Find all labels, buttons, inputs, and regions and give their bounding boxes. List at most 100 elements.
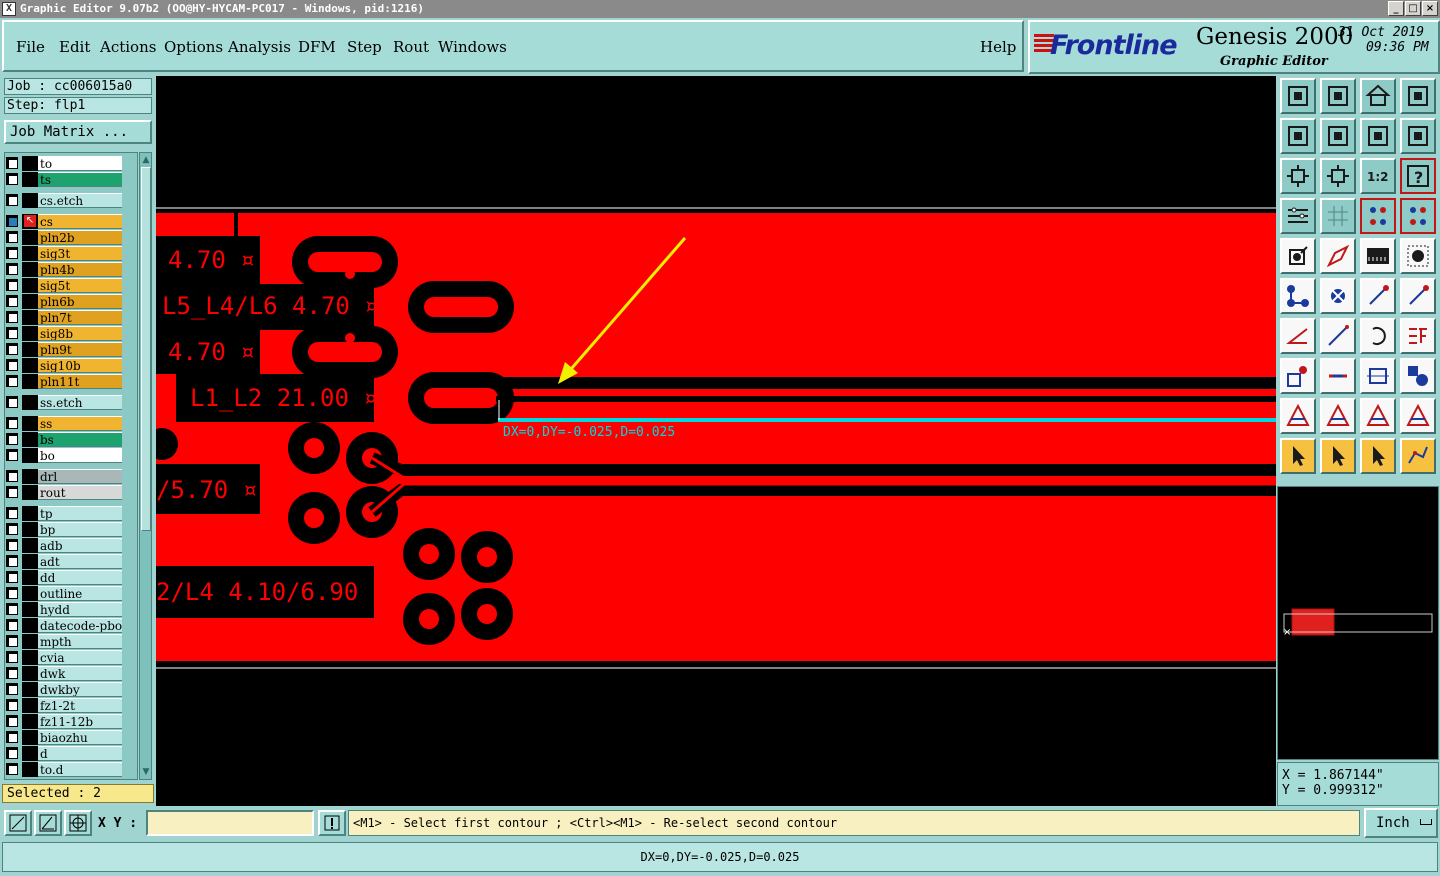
layer-row-cvia[interactable]: cvia [4,650,122,665]
grid-mode-button[interactable] [64,810,92,836]
layer-status-cell[interactable] [22,522,38,537]
layer-checkbox[interactable] [6,157,18,169]
arc-button[interactable] [1360,318,1396,354]
layer-name[interactable]: bp [38,522,122,537]
layer-row-cs[interactable]: cs ↖ [4,214,122,229]
layer-row-adb[interactable]: adb [4,538,122,553]
layer-name[interactable]: ss [38,416,122,431]
layer-status-cell[interactable] [22,262,38,277]
layer-name[interactable]: dwk [38,666,122,681]
layer-row-ts[interactable]: ts [4,172,122,187]
layer-checkbox[interactable] [6,279,18,291]
scroll-up-icon[interactable]: ▲ [141,155,151,165]
intersect-button[interactable] [1320,278,1356,314]
layer-checkbox[interactable] [6,327,18,339]
layer-row-pln4b[interactable]: pln4b [4,262,122,277]
layer-row-sig10b[interactable]: sig10b [4,358,122,373]
ruler-button[interactable] [1360,238,1396,274]
layer-name[interactable]: tp [38,506,122,521]
layer-checkbox[interactable] [6,359,18,371]
units-select[interactable]: Inch [1364,808,1438,838]
overview-window[interactable]: × [1277,486,1439,760]
layer-checkbox[interactable] [6,215,18,227]
menu-step[interactable]: Step [347,38,382,56]
graphic-canvas[interactable]: FLP1 4.70 ¤ L5_L4/L6 4.70 ¤ 4.70 ¤ L1_L2… [156,76,1276,806]
layer-status-cell[interactable] [22,730,38,745]
layer-row-bs[interactable]: bs [4,432,122,447]
layer-row-sig8b[interactable]: sig8b [4,326,122,341]
grid-button[interactable] [1320,198,1356,234]
layer-status-cell[interactable] [22,156,38,171]
layer-checkbox[interactable] [6,433,18,445]
layer-status-cell[interactable] [22,193,38,208]
layer-name[interactable]: cs.etch [38,193,122,208]
layer-status-cell[interactable] [22,634,38,649]
split-button[interactable] [1400,318,1436,354]
multi-shape-button[interactable] [1400,358,1436,394]
layer-row-ss.etch[interactable]: ss.etch [4,395,122,410]
app-icon[interactable]: X [2,2,16,16]
layer-row-cs.etch[interactable]: cs.etch [4,193,122,208]
pad-select-button[interactable] [1280,358,1316,394]
layer-status-cell[interactable] [22,469,38,484]
layer-status-cell[interactable] [22,395,38,410]
layer-status-cell[interactable] [22,294,38,309]
layer-checkbox[interactable] [6,470,18,482]
layer-row-dwk[interactable]: dwk [4,666,122,681]
layer-status-cell[interactable] [22,538,38,553]
layer-checkbox[interactable] [6,263,18,275]
add-point-button[interactable] [1400,278,1436,314]
layer-name[interactable]: pln6b [38,294,122,309]
layer-name[interactable]: fz11-12b [38,714,122,729]
layer-row-datecode-pbo[interactable]: datecode-pbo [4,618,122,633]
layer-status-cell[interactable] [22,618,38,633]
layer-row-rout[interactable]: rout [4,485,122,500]
layer-checkbox[interactable] [6,763,18,775]
layer-checkbox[interactable] [6,247,18,259]
layer-status-cell[interactable] [22,698,38,713]
layer-status-cell[interactable] [22,416,38,431]
menu-actions[interactable]: Actions [100,38,156,56]
window-button[interactable] [1400,78,1436,114]
layer-checkbox[interactable] [6,683,18,695]
layer-checkbox[interactable] [6,396,18,408]
layer-name[interactable]: sig8b [38,326,122,341]
layer-row-pln2b[interactable]: pln2b [4,230,122,245]
connect-nodes-button[interactable] [1280,278,1316,314]
layer-name[interactable]: sig10b [38,358,122,373]
layer-row-sig5t[interactable]: sig5t [4,278,122,293]
snap-button[interactable] [1400,118,1436,154]
layer-name[interactable]: dd [38,570,122,585]
layer-row-bp[interactable]: bp [4,522,122,537]
angle-button[interactable] [1280,318,1316,354]
layer-checkbox[interactable] [6,343,18,355]
point-to-point-button[interactable] [1360,278,1396,314]
pointer-boxed-button[interactable] [1320,438,1356,474]
layer-name[interactable]: adb [38,538,122,553]
help-button[interactable]: ? [1400,158,1436,194]
menu-help[interactable]: Help [980,38,1016,56]
layer-name[interactable]: ts [38,172,122,187]
close-button[interactable]: × [1422,1,1438,16]
layer-row-ss[interactable]: ss [4,416,122,431]
layer-row-to.d[interactable]: to.d [4,762,122,777]
layer-row-drl[interactable]: drl [4,469,122,484]
pointer-button[interactable] [1280,438,1316,474]
layer-row-pln9t[interactable]: pln9t [4,342,122,357]
layer-status-cell[interactable] [22,278,38,293]
layer-status-cell[interactable] [22,310,38,325]
layer-row-adt[interactable]: adt [4,554,122,569]
layer-row-pln6b[interactable]: pln6b [4,294,122,309]
layer-name[interactable]: adt [38,554,122,569]
layer-checkbox[interactable] [6,486,18,498]
layer-status-cell[interactable] [22,230,38,245]
layer-checkbox[interactable] [6,449,18,461]
layer-status-cell[interactable] [22,602,38,617]
layer-status-cell[interactable] [22,506,38,521]
layer-checkbox[interactable] [6,507,18,519]
zoom-left-button[interactable] [1280,118,1316,154]
layer-checkbox[interactable] [6,731,18,743]
minimize-button[interactable]: _ [1388,1,1404,16]
menu-windows[interactable]: Windows [438,38,507,56]
zoom-center-button[interactable] [1320,158,1356,194]
